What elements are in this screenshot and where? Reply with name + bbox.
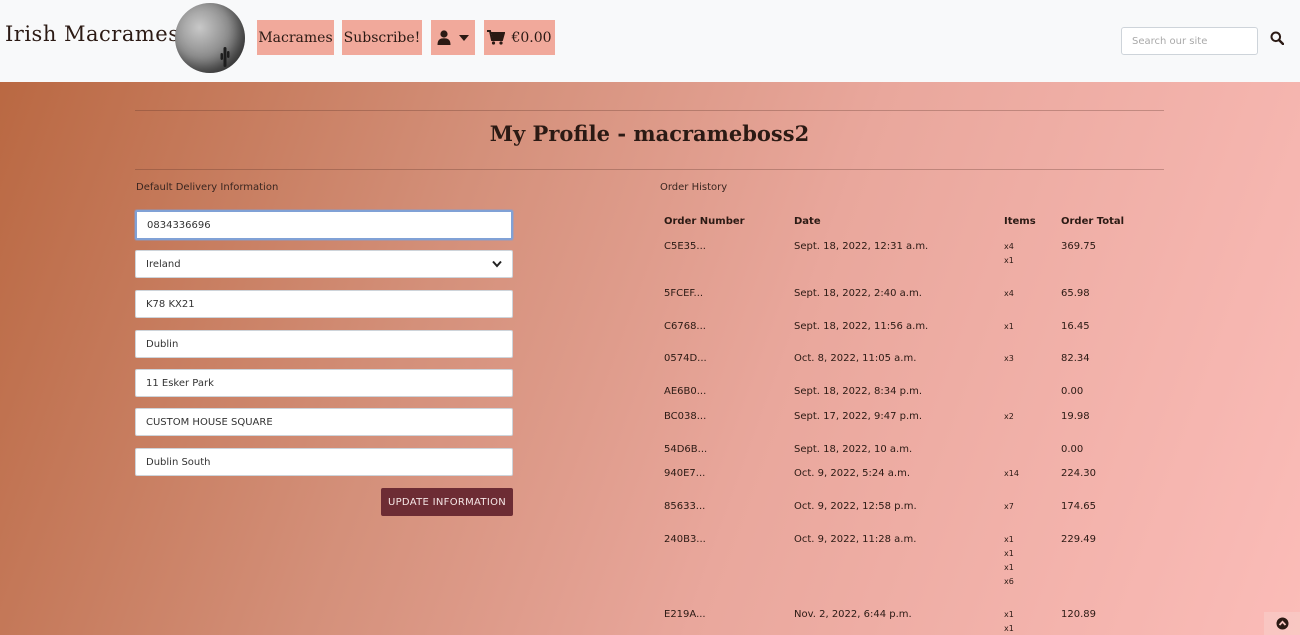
item-quantity: x2 [1004, 412, 1014, 421]
search-input[interactable] [1121, 27, 1258, 55]
order-number-link[interactable]: 54D6B... [664, 444, 707, 455]
item-quantity: x1 [1004, 624, 1014, 633]
order-date: Sept. 18, 2022, 8:34 p.m. [794, 386, 923, 397]
order-number-link[interactable]: AE6B0... [664, 386, 706, 397]
chevron-down-icon [492, 260, 502, 268]
item-quantity: x1 [1004, 322, 1014, 331]
county-field[interactable]: Dublin South [135, 448, 513, 476]
order-items: x1 x1 x1 x6 [1004, 533, 1014, 589]
user-icon [437, 30, 451, 45]
order-date: Nov. 2, 2022, 6:44 p.m. [794, 609, 912, 620]
order-items: x4 x1 [1004, 240, 1014, 268]
item-quantity: x1 [1004, 535, 1014, 544]
order-date: Oct. 9, 2022, 12:58 p.m. [794, 501, 917, 512]
town-city-field[interactable]: Dublin [135, 330, 513, 358]
postcode-field[interactable]: K78 KX21 [135, 290, 513, 318]
order-total: 0.00 [1061, 444, 1084, 455]
order-total: 65.98 [1061, 288, 1090, 299]
delivery-section-label: Default Delivery Information [136, 182, 279, 193]
order-items: x4 [1004, 287, 1014, 301]
site-brand[interactable]: Irish Macrames [5, 22, 180, 46]
page-title: My Profile - macrameboss2 [489, 121, 810, 146]
cart-icon [487, 30, 506, 45]
order-date: Sept. 18, 2022, 10 a.m. [794, 444, 913, 455]
street-address1-field[interactable]: 11 Esker Park [135, 369, 513, 397]
order-total: 224.30 [1061, 468, 1096, 479]
order-total: 19.98 [1061, 411, 1090, 422]
country-select-value: Ireland [146, 258, 181, 270]
order-items: x1 [1004, 320, 1014, 334]
order-number-link[interactable]: 85633... [664, 501, 705, 512]
back-to-top-button[interactable] [1264, 612, 1300, 635]
order-items: x1 x1 [1004, 608, 1014, 635]
order-number-link[interactable]: 940E7... [664, 468, 705, 479]
item-quantity: x3 [1004, 354, 1014, 363]
item-quantity: x1 [1004, 549, 1014, 558]
chevron-down-icon [459, 34, 469, 41]
order-items: x14 [1004, 467, 1019, 481]
cactus-icon [220, 47, 230, 67]
order-date: Sept. 18, 2022, 11:56 a.m. [794, 321, 929, 332]
order-date: Sept. 18, 2022, 2:40 a.m. [794, 288, 922, 299]
order-total: 16.45 [1061, 321, 1090, 332]
nav-macrames-button[interactable]: Macrames [257, 20, 334, 55]
update-information-button[interactable]: UPDATE INFORMATION [381, 488, 513, 516]
order-total: 120.89 [1061, 609, 1096, 620]
country-select[interactable]: Ireland [135, 250, 513, 278]
order-history-label: Order History [660, 182, 728, 193]
street-address2-field[interactable]: CUSTOM HOUSE SQUARE [135, 408, 513, 436]
item-quantity: x7 [1004, 502, 1014, 511]
column-header-items: Items [1004, 216, 1036, 227]
order-number-link[interactable]: C5E35... [664, 241, 706, 252]
cart-button[interactable]: €0.00 [484, 20, 555, 55]
item-quantity: x1 [1004, 563, 1014, 572]
item-quantity: x4 [1004, 289, 1014, 298]
order-items: x2 [1004, 410, 1014, 424]
order-total: 369.75 [1061, 241, 1096, 252]
column-header-order-number: Order Number [664, 216, 745, 227]
item-quantity: x1 [1004, 256, 1014, 265]
order-date: Sept. 17, 2022, 9:47 p.m. [794, 411, 923, 422]
order-number-link[interactable]: E219A... [664, 609, 706, 620]
column-header-order-total: Order Total [1061, 216, 1125, 227]
phone-number-field[interactable]: 0834336696 [135, 210, 513, 240]
divider [135, 169, 1164, 170]
arrow-up-circle-icon [1276, 617, 1288, 630]
order-number-link[interactable]: C6768... [664, 321, 706, 332]
order-date: Oct. 9, 2022, 5:24 a.m. [794, 468, 911, 479]
order-total: 82.34 [1061, 353, 1090, 364]
search-button[interactable] [1270, 30, 1286, 48]
nav-subscribe-button[interactable]: Subscribe! [342, 20, 422, 55]
order-number-link[interactable]: 240B3... [664, 534, 706, 545]
item-quantity: x1 [1004, 610, 1014, 619]
column-header-date: Date [794, 216, 821, 227]
order-total: 0.00 [1061, 386, 1084, 397]
order-number-link[interactable]: 5FCEF... [664, 288, 703, 299]
account-dropdown-button[interactable] [431, 20, 475, 55]
order-date: Oct. 8, 2022, 11:05 a.m. [794, 353, 917, 364]
order-date: Oct. 9, 2022, 11:28 a.m. [794, 534, 917, 545]
item-quantity: x14 [1004, 469, 1019, 478]
site-logo[interactable] [175, 3, 245, 73]
order-items: x3 [1004, 352, 1014, 366]
order-number-link[interactable]: 0574D... [664, 353, 707, 364]
order-total: 174.65 [1061, 501, 1096, 512]
cart-total: €0.00 [511, 29, 552, 46]
item-quantity: x6 [1004, 577, 1014, 586]
order-items: x7 [1004, 500, 1014, 514]
order-number-link[interactable]: BC038... [664, 411, 706, 422]
search-icon [1270, 31, 1285, 46]
top-navbar: Irish Macrames Macrames Subscribe! €0.00 [0, 0, 1300, 82]
item-quantity: x4 [1004, 242, 1014, 251]
order-date: Sept. 18, 2022, 12:31 a.m. [794, 241, 929, 252]
order-total: 229.49 [1061, 534, 1096, 545]
divider [135, 110, 1164, 111]
